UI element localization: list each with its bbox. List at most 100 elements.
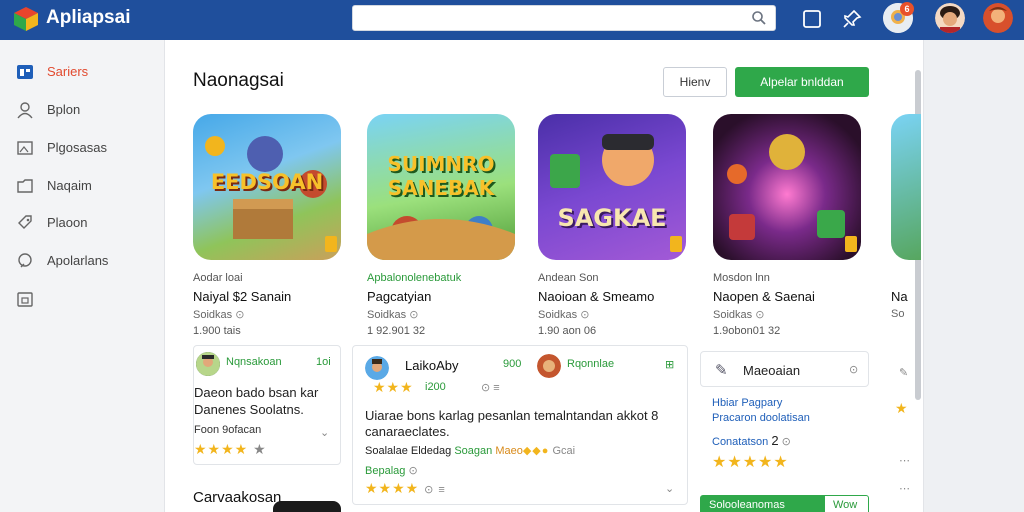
app-icon-tile[interactable] xyxy=(891,114,921,260)
app-install-count: 1 92.901 32 xyxy=(367,325,426,337)
app-name[interactable]: Na xyxy=(891,289,908,304)
sidebar: Sariers Bplon Plgosasas Naqaim Plaoon Ap… xyxy=(0,40,164,512)
app-category: Andean Son xyxy=(538,272,599,284)
app-install-count: 1.90 aon 06 xyxy=(538,325,597,337)
app-category: Aodar loai xyxy=(193,272,243,284)
app-icon-tile[interactable]: SAGKAE xyxy=(538,114,686,260)
location-icon xyxy=(18,253,32,268)
review-card[interactable]: Nqnsakoan 1oi Daeon bado bsan kar Danene… xyxy=(193,345,341,465)
sidebar-item-plaoon[interactable]: Plaoon xyxy=(0,207,164,237)
section-title: Carvaakosan xyxy=(193,489,282,506)
app-developer: Soidkas ⊙ xyxy=(713,308,764,321)
window-icon[interactable] xyxy=(799,6,825,32)
pin-icon: ✎ xyxy=(715,362,728,379)
review-flag-icon[interactable]: ⊞ xyxy=(665,358,674,371)
info-link-3[interactable]: Conatatson 2 ⊙ xyxy=(712,433,791,448)
info-link-2[interactable]: Pracaron doolatisan xyxy=(712,412,810,424)
sidebar-item-label: Plgosasas xyxy=(47,140,107,155)
info-header-box[interactable]: ✎ Maeoaian ⊙ xyxy=(700,351,869,387)
app-developer-text: Soidkas xyxy=(713,309,753,321)
app-card[interactable]: SUIMNRO SANEBAK Apbalonolenebatuk Pagcat… xyxy=(367,114,517,337)
info-link-1[interactable]: Hbiar Pagpary xyxy=(712,397,782,409)
more-icon[interactable]: ⋯ xyxy=(899,482,910,495)
review-meta-a: Soalalae Eldedag xyxy=(365,445,452,457)
image-icon xyxy=(17,141,33,155)
app-name[interactable]: Naoioan & Smeamo xyxy=(538,289,654,304)
app-card[interactable]: EEDSOAN Aodar loai Naiyal $2 Sanain Soid… xyxy=(193,114,343,337)
review-score-badge: 900 xyxy=(503,358,522,370)
calendar-icon xyxy=(17,292,33,307)
view-button[interactable]: Hienv xyxy=(663,67,727,97)
info-icon: ⊙ xyxy=(755,309,765,321)
reviewer-name[interactable]: Nqnsakoan xyxy=(226,356,282,368)
app-developer-text: Soidkas xyxy=(538,309,578,321)
app-name[interactable]: Pagcatyian xyxy=(367,289,431,304)
info-heading: Maeoaian xyxy=(743,363,801,378)
app-name[interactable]: Naopen & Saenai xyxy=(713,289,815,304)
chevron-down-icon[interactable]: ⌄ xyxy=(665,482,674,495)
app-name[interactable]: Naiyal $2 Sanain xyxy=(193,289,291,304)
app-title[interactable]: Apliapsai xyxy=(46,7,130,29)
review-body-line-1: Uiarae bons karlag pesanlan temalntandan… xyxy=(365,408,659,423)
app-developer: Soidkas ⊙ xyxy=(367,308,418,321)
app-thumbnail[interactable] xyxy=(273,501,341,512)
reviewer-avatar[interactable] xyxy=(196,352,220,376)
info-count: 2 xyxy=(771,433,779,448)
review-footer-text: Bepalag xyxy=(365,465,406,477)
user-avatar[interactable] xyxy=(935,3,965,33)
info-icon: ⊙ xyxy=(580,309,590,321)
reviewer-avatar[interactable] xyxy=(365,356,389,380)
info-icon: ⊙ xyxy=(408,465,418,477)
review-card-featured[interactable]: LaikoAby ★★★ i200 ⊙ ≡ 900 Rqonnlae ⊞ Uia… xyxy=(352,345,688,505)
info-icon: ⊙ xyxy=(235,309,245,321)
app-icon-tile[interactable]: EEDSOAN xyxy=(193,114,341,260)
app-install-count: 1.9obon01 32 xyxy=(713,325,781,337)
review-body-line-1: Daeon bado bsan kar xyxy=(194,385,319,400)
sidebar-item-sariers[interactable]: Sariers xyxy=(0,56,164,86)
notification-badge[interactable]: 6 xyxy=(900,2,914,16)
sidebar-item-naqaim[interactable]: Naqaim xyxy=(0,170,164,200)
footer-chip[interactable]: Solooleanomas Wow xyxy=(700,495,869,512)
search-icon[interactable] xyxy=(751,10,767,26)
top-bar: Apliapsai 6 xyxy=(0,0,1024,40)
sidebar-item-label: Plaoon xyxy=(47,215,88,230)
info-icon: ⊙ ≡ xyxy=(424,484,446,496)
store-icon xyxy=(17,65,33,79)
search-input[interactable] xyxy=(352,5,776,31)
sidebar-item-plgosasas[interactable]: Plgosasas xyxy=(0,132,164,162)
app-icon-tile[interactable] xyxy=(713,114,861,260)
more-icon[interactable]: ⋯ xyxy=(899,454,910,467)
app-developer: Soidkas ⊙ xyxy=(538,308,589,321)
review-footer: Bepalag ⊙ xyxy=(365,464,418,477)
second-reviewer-avatar[interactable] xyxy=(537,354,561,378)
star-icon: ★ xyxy=(895,400,909,416)
second-reviewer-name[interactable]: Rqonnlae xyxy=(567,358,614,370)
review-meta-c: Maeo xyxy=(495,445,523,457)
chevron-down-icon[interactable]: ⌄ xyxy=(320,426,329,439)
reviewer-name[interactable]: LaikoAby xyxy=(405,358,458,373)
sidebar-item-label: Apolarlans xyxy=(47,253,109,268)
user-icon xyxy=(17,102,33,119)
app-tile-text: SUIMNRO SANEBAK xyxy=(387,152,495,200)
review-meta: Foon 9ofacan xyxy=(194,424,262,436)
star-rating: ★★★★ ★ xyxy=(194,441,267,457)
app-card[interactable]: SAGKAE Andean Son Naoioan & Smeamo Soidk… xyxy=(538,114,688,337)
app-card[interactable]: Na So xyxy=(891,114,921,354)
app-card[interactable]: Mosdon lnn Naopen & Saenai Soidkas ⊙ 1.9… xyxy=(713,114,863,337)
review-meta-d: Gcai xyxy=(552,445,576,457)
sidebar-item-label: Naqaim xyxy=(47,178,92,193)
app-icon-tile[interactable]: SUIMNRO SANEBAK xyxy=(367,114,515,260)
sidebar-item-calendar[interactable] xyxy=(0,283,164,313)
star-rating: ★★★ xyxy=(373,379,414,395)
primary-action-button[interactable]: Alpelar bnlddan xyxy=(735,67,869,97)
sidebar-item-bplon[interactable]: Bplon xyxy=(0,94,164,124)
sidebar-item-apolarlans[interactable]: Apolarlans xyxy=(0,245,164,275)
app-developer: Soidkas ⊙ xyxy=(193,308,244,321)
secondary-avatar[interactable] xyxy=(983,3,1013,33)
app-category: Mosdon lnn xyxy=(713,272,770,284)
pin-icon[interactable] xyxy=(839,6,865,32)
footer-chip-label: Solooleanomas xyxy=(701,496,825,512)
app-logo-icon[interactable] xyxy=(12,5,40,33)
folder-icon xyxy=(17,179,33,193)
info-icon[interactable]: ⊙ xyxy=(849,363,858,376)
